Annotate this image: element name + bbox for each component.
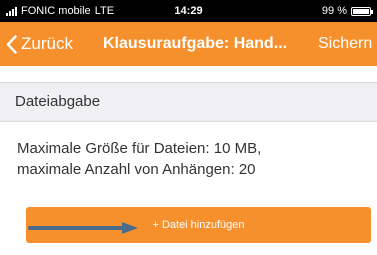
back-label: Zurück [21,34,73,53]
status-right: 99 % [321,5,373,17]
battery-percent: 99 % [321,5,347,17]
battery-icon [351,6,373,16]
upload-limits-text: Maximale Größe für Dateien: 10 MB, maxim… [17,138,367,180]
section-header: Dateiabgabe [0,82,377,122]
section-title: Dateiabgabe [15,93,101,110]
status-bar: FONIC mobile LTE 14:29 99 % [0,0,377,22]
max-attachments-line: maximale Anzahl von Anhängen: 20 [17,161,256,178]
back-button[interactable]: Zurück [6,22,73,66]
page-title: Klausuraufgabe: Hand... [103,35,288,52]
status-time: 14:29 [174,5,203,17]
arrow-annotation-icon [28,222,138,234]
max-size-line: Maximale Größe für Dateien: 10 MB, [17,140,262,157]
save-button[interactable]: Sichern [318,22,372,66]
chevron-left-icon [6,34,17,54]
navigation-bar: Zurück Klausuraufgabe: Hand... Sichern [0,22,377,66]
